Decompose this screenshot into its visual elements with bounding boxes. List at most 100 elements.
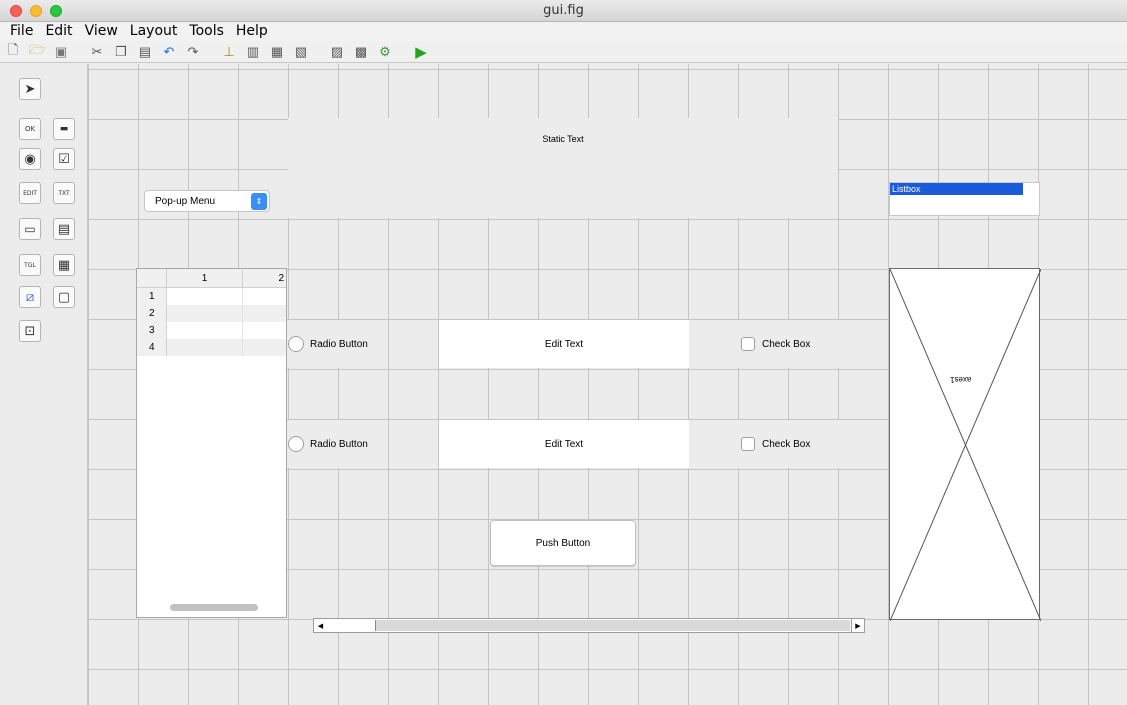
table-tool-icon[interactable]: ▦ (53, 254, 75, 276)
table-cell[interactable] (167, 322, 243, 339)
push-button-label: Push Button (535, 537, 591, 549)
radio-button-2[interactable]: Radio Button (288, 420, 380, 468)
checkbox-square-icon (741, 437, 755, 451)
listbox-item[interactable]: Listbox (890, 183, 1023, 195)
table-row[interactable]: 3 (137, 322, 286, 339)
radio-button-tool-icon[interactable]: ◉ (19, 148, 41, 170)
listbox[interactable]: Listbox (889, 182, 1040, 216)
checkbox-square-icon (741, 337, 755, 351)
radio-button-label: Radio Button (310, 438, 368, 450)
table-header: 1 2 (137, 269, 286, 288)
check-box-1[interactable]: Check Box (689, 320, 839, 368)
panel-tool-icon[interactable]: ▢ (53, 286, 75, 308)
table-cell[interactable] (167, 305, 243, 322)
axes-placeholder-cross (890, 269, 1041, 621)
object-browser-icon[interactable]: ⚙ (376, 43, 394, 61)
undo-icon[interactable]: ↶ (160, 43, 178, 61)
axes[interactable]: axes1 (889, 268, 1041, 621)
check-box-2[interactable]: Check Box (689, 420, 839, 468)
static-text-label: Static Text (542, 134, 584, 144)
popup-menu-value: Pop-up Menu (155, 195, 216, 207)
open-icon[interactable]: 🗁 (28, 42, 46, 61)
table-column-header[interactable]: 1 (167, 269, 243, 287)
static-text-tool-icon[interactable]: TXT (53, 182, 75, 204)
radio-button-label: Radio Button (310, 338, 368, 350)
push-button-tool-icon[interactable]: OK (19, 118, 41, 140)
table-cell[interactable] (243, 288, 286, 305)
menu-bar: File Edit View Layout Tools Help (0, 22, 1127, 41)
title-bar: gui.fig (0, 0, 1127, 22)
minimize-window-button[interactable] (30, 5, 42, 17)
slider-left-arrow-icon[interactable]: ◀ (314, 619, 327, 632)
edit-text-tool-icon[interactable]: EDIT (19, 182, 41, 204)
menu-edit[interactable]: Edit (41, 22, 80, 41)
run-icon[interactable]: ▶ (412, 43, 430, 61)
popup-menu-tool-icon[interactable]: ▭ (19, 218, 41, 240)
slider[interactable]: ◀ ▶ (313, 618, 865, 633)
menu-tools[interactable]: Tools (185, 22, 232, 41)
window-controls (10, 5, 62, 17)
axes-tool-icon[interactable]: ⧄ (19, 286, 41, 308)
align-icon[interactable]: ⊥ (220, 43, 238, 61)
radio-button-1[interactable]: Radio Button (288, 320, 380, 368)
edit-text-value: Edit Text (544, 338, 584, 350)
editor-icon[interactable]: ▨ (328, 43, 346, 61)
table-cell[interactable] (167, 339, 243, 356)
window-title: gui.fig (543, 3, 584, 18)
new-icon[interactable]: 🗋 (4, 42, 22, 61)
close-window-button[interactable] (10, 5, 22, 17)
check-box-label: Check Box (762, 438, 811, 450)
table-cell[interactable] (167, 288, 243, 305)
radio-circle-icon (288, 436, 304, 452)
edit-text-value: Edit Text (544, 438, 584, 450)
cut-icon[interactable]: ✂ (88, 43, 106, 61)
edit-text-1[interactable]: Edit Text (439, 320, 689, 368)
menu-editor-icon[interactable]: ▥ (244, 43, 262, 61)
toolbar-editor-icon[interactable]: ▧ (292, 43, 310, 61)
table-horizontal-scrollbar[interactable] (170, 604, 258, 611)
select-tool-icon[interactable]: ➤ (19, 78, 41, 100)
layout-canvas[interactable]: Static Text Pop-up Menu ⇕ Listbox 1 2 1 … (88, 64, 1127, 705)
redo-icon[interactable]: ↷ (184, 43, 202, 61)
maximize-window-button[interactable] (50, 5, 62, 17)
tab-order-icon[interactable]: ▦ (268, 43, 286, 61)
table-row[interactable]: 2 (137, 305, 286, 322)
table-column-header[interactable]: 2 (243, 269, 286, 287)
toolbar: 🗋 🗁 ▣ ✂ ❐ ▤ ↶ ↷ ⊥ ▥ ▦ ▧ ▨ ▩ ⚙ ▶ (0, 41, 1127, 63)
table-cell[interactable] (243, 339, 286, 356)
table-row[interactable]: 1 (137, 288, 286, 305)
check-box-label: Check Box (762, 338, 811, 350)
uitable[interactable]: 1 2 1 2 3 4 (136, 268, 287, 618)
table-cell[interactable] (243, 305, 286, 322)
slider-right-arrow-icon[interactable]: ▶ (851, 619, 864, 632)
table-corner (137, 269, 167, 287)
push-button[interactable]: Push Button (490, 520, 636, 566)
property-inspector-icon[interactable]: ▩ (352, 43, 370, 61)
table-row-header: 2 (137, 305, 167, 322)
toggle-button-tool-icon[interactable]: TGL (19, 254, 41, 276)
menu-view[interactable]: View (81, 22, 126, 41)
save-icon[interactable]: ▣ (52, 43, 70, 61)
chevron-updown-icon[interactable]: ⇕ (251, 193, 267, 210)
table-row[interactable]: 4 (137, 339, 286, 356)
menu-layout[interactable]: Layout (126, 22, 186, 41)
slider-trough[interactable] (375, 620, 850, 631)
table-row-header: 1 (137, 288, 167, 305)
check-box-tool-icon[interactable]: ☑ (53, 148, 75, 170)
edit-text-2[interactable]: Edit Text (439, 420, 689, 468)
component-palette: ➤ OK ▬ ◉ ☑ EDIT TXT ▭ ▤ TGL ▦ ⧄ ▢ ⊡ (0, 64, 88, 705)
static-text[interactable]: Static Text (288, 118, 838, 218)
table-row-header: 4 (137, 339, 167, 356)
popup-menu[interactable]: Pop-up Menu ⇕ (144, 190, 270, 212)
table-cell[interactable] (243, 322, 286, 339)
table-row-header: 3 (137, 322, 167, 339)
radio-circle-icon (288, 336, 304, 352)
menu-file[interactable]: File (6, 22, 41, 41)
menu-help[interactable]: Help (232, 22, 276, 41)
listbox-tool-icon[interactable]: ▤ (53, 218, 75, 240)
axes-tag-label: axes1 (950, 375, 972, 384)
copy-icon[interactable]: ❐ (112, 43, 130, 61)
paste-icon[interactable]: ▤ (136, 43, 154, 61)
slider-tool-icon[interactable]: ▬ (53, 118, 75, 140)
button-group-tool-icon[interactable]: ⊡ (19, 320, 41, 342)
